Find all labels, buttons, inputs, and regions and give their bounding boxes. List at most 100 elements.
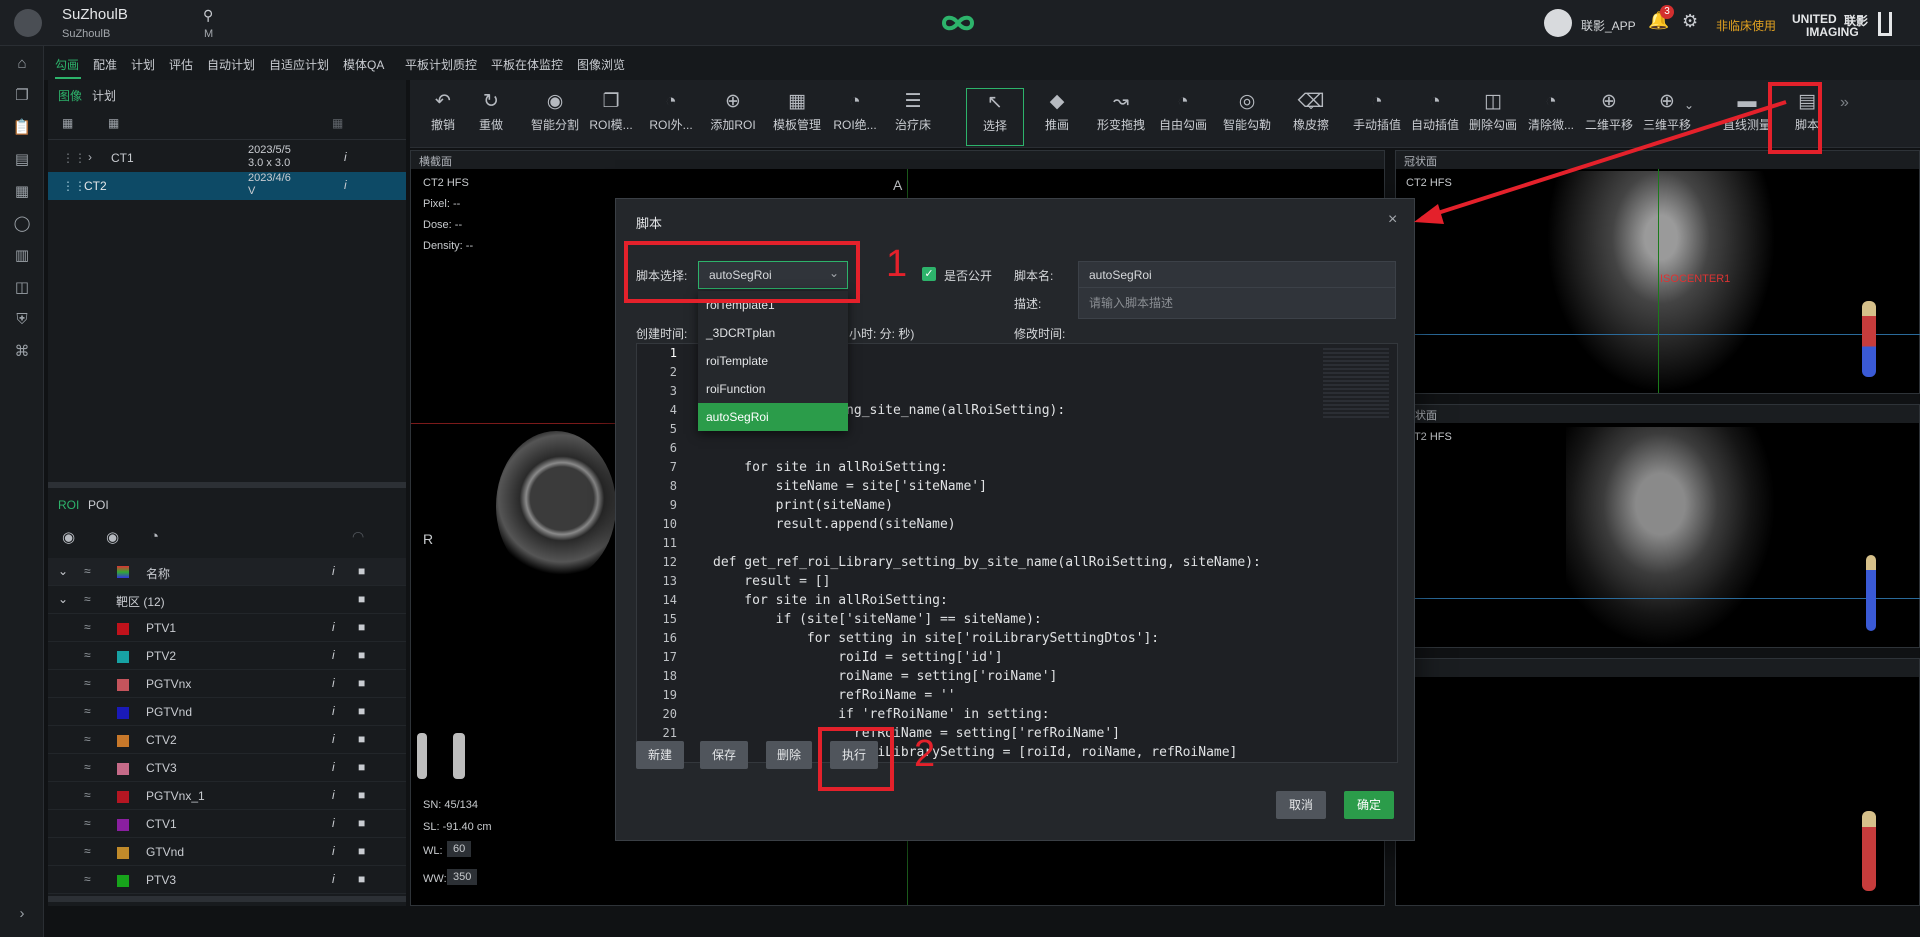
dropdown-option[interactable]: roiTemplate <box>698 347 848 375</box>
eye-icon[interactable]: ≈ <box>84 592 91 606</box>
menu-item[interactable]: 自适应计划 <box>269 56 329 73</box>
expand-icon[interactable]: › <box>12 904 32 924</box>
info-icon[interactable]: i <box>344 178 347 192</box>
3d-viewport[interactable] <box>1395 658 1920 906</box>
menu-item[interactable]: 评估 <box>169 56 193 73</box>
eye-icon[interactable]: ≈ <box>84 872 91 886</box>
tab-plan[interactable]: 计划 <box>92 87 116 104</box>
lock-icon[interactable]: ■ <box>358 844 365 858</box>
avatar[interactable] <box>14 9 42 37</box>
roi-color-swatch[interactable] <box>117 707 129 719</box>
tool-button[interactable]: ◎ 智能勾勒 <box>1218 88 1276 146</box>
eye-icon[interactable]: ≈ <box>84 844 91 858</box>
dropdown-option[interactable]: autoSegRoi <box>698 403 848 431</box>
info-icon[interactable]: i <box>332 760 335 774</box>
tool-button[interactable]: ◉ 智能分割 <box>526 88 584 146</box>
roi-row[interactable]: ≈ PTV2 i ■ <box>48 642 406 670</box>
tool-button[interactable]: ↻ 重做 <box>462 88 520 146</box>
description-field[interactable]: 请输入脚本描述 <box>1078 287 1396 319</box>
menu-item[interactable]: 配准 <box>93 56 117 73</box>
cancel-button[interactable]: 取消 <box>1276 791 1326 819</box>
info-icon[interactable]: i <box>332 732 335 746</box>
tool-button[interactable]: ◔ ROI外... <box>642 88 700 146</box>
code-minimap[interactable] <box>1323 348 1389 418</box>
drag-handle-icon[interactable]: ⋮⋮ <box>62 179 86 193</box>
save-button[interactable]: 保存 <box>700 741 748 769</box>
menu-item[interactable]: 模体QA <box>343 56 384 73</box>
home-icon[interactable]: ⌂ <box>12 54 32 74</box>
roi-color-swatch[interactable] <box>117 735 129 747</box>
delete-button[interactable]: 删除 <box>766 741 812 769</box>
roi-row[interactable]: ≈ PGTVnd i ■ <box>48 698 406 726</box>
info-icon[interactable]: i <box>332 788 335 802</box>
roi-tool-1-icon[interactable]: ◉ <box>62 528 75 546</box>
roi-color-swatch[interactable] <box>117 819 129 831</box>
roi-row[interactable]: ≈ GTVnd i ■ <box>48 838 406 866</box>
menu-item[interactable]: 平板计划质控 <box>405 56 477 73</box>
command-icon[interactable]: ⌘ <box>12 342 32 362</box>
roi-row[interactable]: ≈ PTV1 i ■ <box>48 614 406 642</box>
roi-color-swatch[interactable] <box>117 651 129 663</box>
tab-image[interactable]: 图像 <box>58 87 82 104</box>
roi-row[interactable]: ≈ PGTVnx_1 i ■ <box>48 782 406 810</box>
import-icon[interactable]: ▦ <box>62 116 73 130</box>
grid-icon[interactable]: ▦ <box>108 116 119 130</box>
wl-value[interactable]: 60 <box>447 841 472 857</box>
drag-handle-icon[interactable]: ⋮⋮ <box>62 151 86 165</box>
tool-button[interactable]: ◆ 推画 <box>1028 88 1086 146</box>
lock-icon[interactable]: ■ <box>358 620 365 634</box>
roi-row[interactable]: ≈ PGTVnx i ■ <box>48 670 406 698</box>
tool-button[interactable]: ↖ 选择 <box>966 88 1024 146</box>
report-icon[interactable]: ◫ <box>12 278 32 298</box>
tab-poi[interactable]: POI <box>88 498 109 512</box>
shield-icon[interactable]: ⛨ <box>12 310 32 330</box>
menu-item[interactable]: 自动计划 <box>207 56 255 73</box>
roi-tool-3-icon[interactable]: ◔ <box>150 528 159 545</box>
chevron-down-icon[interactable]: ⌄ <box>58 564 68 578</box>
ww-value[interactable]: 350 <box>447 869 478 885</box>
tool-button[interactable]: ⊕ 添加ROI <box>704 88 762 146</box>
roi-tool-2-icon[interactable]: ◉ <box>106 528 119 546</box>
tab-roi[interactable]: ROI <box>58 498 79 512</box>
account-avatar[interactable] <box>1544 9 1572 37</box>
chevron-down-icon[interactable]: ⌄ <box>58 592 68 606</box>
tool-button[interactable]: ◔ 自由勾画 <box>1154 88 1212 146</box>
menu-item[interactable]: 平板在体监控 <box>491 56 563 73</box>
info-icon[interactable]: i <box>332 648 335 662</box>
account-name[interactable]: 联影_APP <box>1581 17 1636 34</box>
lock-icon[interactable]: ■ <box>358 788 365 802</box>
chevron-down-icon[interactable]: ⌄ <box>1306 98 1316 112</box>
lock-icon[interactable]: ■ <box>358 872 365 886</box>
tool-button[interactable]: ◔ 手动插值 <box>1348 88 1406 146</box>
lock-icon[interactable]: ■ <box>358 648 365 662</box>
eye-icon[interactable]: ≈ <box>84 676 91 690</box>
clipboard-icon[interactable]: 📋 <box>12 118 32 138</box>
tool-button[interactable]: ☰ 治疗床 <box>884 88 942 146</box>
eye-icon[interactable]: ≈ <box>84 564 91 578</box>
eye-icon[interactable]: ≈ <box>84 788 91 802</box>
document-icon[interactable]: ▤ <box>12 150 32 170</box>
roi-color-swatch[interactable] <box>117 763 129 775</box>
info-icon[interactable]: i <box>332 816 335 830</box>
script-name-field[interactable]: autoSegRoi <box>1078 261 1396 289</box>
more-tools-icon[interactable]: » <box>1840 94 1849 112</box>
roi-row[interactable]: ≈ CTV2 i ■ <box>48 726 406 754</box>
info-icon[interactable]: i <box>332 872 335 886</box>
layers-icon[interactable]: ❐ <box>12 86 32 106</box>
sagittal-viewport[interactable]: 矢状面 CT2 HFS H <box>1395 404 1920 648</box>
calendar-icon[interactable]: ▦ <box>12 182 32 202</box>
eye-icon[interactable]: ≈ <box>84 816 91 830</box>
lock-icon[interactable]: ■ <box>358 732 365 746</box>
search-icon[interactable]: ⚲ <box>203 7 213 24</box>
info-icon[interactable]: i <box>332 704 335 718</box>
close-icon[interactable]: × <box>1388 211 1397 229</box>
bottom-scrollbar[interactable] <box>48 896 406 902</box>
gear-icon[interactable]: ⚙ <box>1682 11 1698 32</box>
lock-icon[interactable]: ■ <box>358 816 365 830</box>
lock-icon[interactable]: ■ <box>358 704 365 718</box>
menu-item[interactable]: 计划 <box>131 56 155 73</box>
ok-button[interactable]: 确定 <box>1344 791 1394 819</box>
tool-button[interactable]: ❐ ROI模... <box>582 88 640 146</box>
lock-icon[interactable]: ■ <box>358 592 365 606</box>
roi-color-swatch[interactable] <box>117 875 129 887</box>
